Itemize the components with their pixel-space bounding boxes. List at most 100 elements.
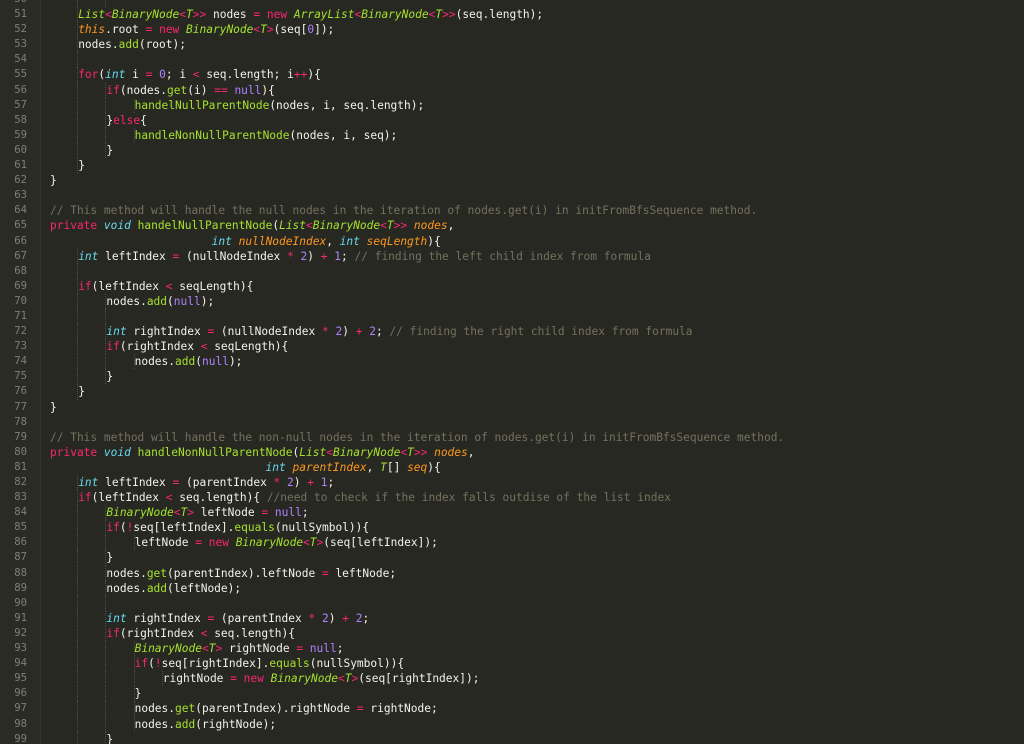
line-number: 81 (14, 460, 27, 473)
code-token: } (50, 400, 57, 414)
code-line[interactable]: 62} (0, 173, 1024, 188)
code-token: ) (342, 325, 356, 339)
code-line[interactable]: 81 int parentIndex, T[] seq){ (0, 460, 1024, 475)
code-token: } (106, 143, 114, 157)
code-token: 2 (321, 611, 329, 625)
code-area[interactable]: 5051List<BinaryNode<T>> nodes = new Arra… (0, 0, 1024, 744)
code-line[interactable]: 96} (0, 686, 1024, 702)
code-line[interactable]: 68 (0, 263, 1024, 279)
indent-guide (133, 671, 135, 687)
code-token: if (78, 279, 92, 293)
code-token: T (386, 219, 394, 233)
code-line[interactable]: 72 int rightIndex = (nullNodeIndex * 2) +… (0, 324, 1024, 340)
code-line[interactable]: 94 if(!seq[rightIndex].equals(nullSymbol)… (0, 656, 1024, 672)
code-line[interactable]: 77} (0, 400, 1024, 415)
code-line[interactable]: 71 (0, 308, 1024, 325)
code-text: int parentIndex, T[] seq){ (50, 460, 441, 475)
code-token: //need to check if the index falls outdi… (266, 491, 671, 505)
code-line[interactable]: 87} (0, 550, 1024, 566)
code-token: (nodes, i, seq.length); (269, 98, 425, 112)
code-token: (leftIndex (91, 491, 166, 505)
indent-guide (105, 656, 107, 672)
code-text: } (50, 400, 57, 415)
code-token: ! (154, 657, 162, 671)
code-token: nodes. (134, 355, 176, 369)
code-line[interactable]: 55 for(int i = 0; i < seq.length; i++){ (0, 67, 1024, 83)
code-line[interactable]: 64 // This method will handle the null no… (0, 203, 1024, 218)
code-text: handleNonNullParentNode(nodes, i, seq); (135, 128, 398, 143)
code-token: 0 (159, 68, 166, 82)
code-line[interactable]: 98 nodes.add(rightNode); (0, 716, 1024, 732)
code-line[interactable]: 54 (0, 52, 1024, 68)
code-token: (i) (187, 83, 215, 97)
code-token: BinaryNode (332, 445, 401, 459)
indent-guide (77, 112, 79, 128)
code-line[interactable]: 59 handleNonNullParentNode(nodes, i, seq)… (0, 127, 1024, 143)
line-number: 92 (14, 626, 27, 639)
code-line[interactable]: 92 if(rightIndex < seq.length){ (0, 625, 1024, 642)
code-line[interactable]: 93 BinaryNode<T> rightNode = null; (0, 641, 1024, 657)
code-line[interactable]: 51 List<BinaryNode<T>> nodes = new ArrayL… (0, 7, 1024, 23)
code-line[interactable]: 50 (0, 0, 1024, 8)
code-line[interactable]: 65 private void handelNullParentNode(List… (0, 218, 1024, 233)
code-token: // finding the left child index from for… (354, 249, 651, 263)
code-line[interactable]: 74 nodes.add(null); (0, 354, 1024, 370)
code-token: < (173, 506, 181, 520)
code-line[interactable]: 66 int nullNodeIndex, int seqLength){ (0, 234, 1024, 249)
code-line[interactable]: 88 nodes.get(parentIndex).leftNode = left… (0, 565, 1024, 581)
code-editor[interactable]: 5051List<BinaryNode<T>> nodes = new Arra… (0, 0, 1024, 744)
code-line[interactable]: 53 nodes.add(root); (0, 37, 1024, 53)
code-token: ( (148, 657, 155, 671)
code-line[interactable]: 56 if(nodes.get(i) == null){ (0, 82, 1024, 98)
line-number: 83 (14, 491, 27, 504)
code-token: int (265, 460, 286, 474)
code-text: if(leftIndex < seqLength){ (78, 279, 253, 294)
code-token: leftNode (134, 536, 196, 550)
code-token: rightIndex (126, 325, 208, 339)
code-line[interactable]: 73 if(rightIndex < seqLength){ (0, 339, 1024, 355)
line-number: 54 (14, 53, 27, 66)
code-token: BinaryNode (134, 642, 202, 656)
code-line[interactable]: 90 (0, 595, 1024, 611)
code-line[interactable]: 52 this.root = new BinaryNode<T>(seq[0]); (0, 22, 1024, 38)
code-line[interactable]: 82 int leftIndex = (parentIndex * 2) + 1; (0, 475, 1024, 491)
code-line[interactable]: 91 int rightIndex = (parentIndex * 2) + 2… (0, 610, 1024, 626)
code-token: (parentIndex).rightNode (195, 702, 357, 716)
code-text: nodes.add(rightNode); (135, 717, 276, 732)
code-line[interactable]: 75} (0, 369, 1024, 385)
code-line[interactable]: 83 if(leftIndex < seq.length){ //need to … (0, 490, 1024, 506)
code-line[interactable]: 69 if(leftIndex < seqLength){ (0, 278, 1024, 294)
code-line[interactable]: 85 if(!seq[leftIndex].equals(nullSymbol))… (0, 520, 1024, 536)
code-line[interactable]: 86 leftNode = new BinaryNode<T>(seq[leftI… (0, 535, 1024, 551)
code-line[interactable]: 84 BinaryNode<T> leftNode = null; (0, 505, 1024, 521)
code-line[interactable]: 76} (0, 384, 1024, 400)
code-token: , (467, 445, 475, 459)
code-line[interactable]: 70 nodes.add(null); (0, 293, 1024, 309)
code-line[interactable]: 78 (0, 415, 1024, 430)
line-number: 51 (14, 8, 27, 21)
code-token: ); (228, 355, 243, 369)
code-token: T (407, 445, 414, 459)
code-line[interactable]: 67 int leftIndex = (nullNodeIndex * 2) + … (0, 248, 1024, 264)
code-line[interactable]: 79 // This method will handle the non-nul… (0, 430, 1024, 445)
code-line[interactable]: 57 handelNullParentNode(nodes, i, seq.len… (0, 97, 1024, 113)
code-token: new (159, 23, 180, 37)
code-line[interactable]: 97 nodes.get(parentIndex).rightNode = rig… (0, 701, 1024, 717)
code-line[interactable]: 61} (0, 158, 1024, 174)
code-line[interactable]: 60} (0, 142, 1024, 159)
code-token: ; (336, 642, 344, 656)
code-text: nodes.add(leftNode); (106, 581, 241, 596)
code-token: [] (386, 460, 408, 474)
code-line[interactable]: 99} (0, 731, 1024, 744)
code-line[interactable]: 95 rightNode = new BinaryNode<T>(seq[righ… (0, 671, 1024, 687)
code-token: 2 (287, 476, 294, 489)
code-line[interactable]: 63 (0, 188, 1024, 203)
code-line[interactable]: 80 private void handleNonNullParentNode(L… (0, 445, 1024, 460)
code-line[interactable]: 89 nodes.add(leftNode); (0, 580, 1024, 596)
code-line[interactable]: 58}else{ (0, 112, 1024, 128)
indent-guide (77, 520, 79, 536)
code-token: // finding the right child index from fo… (389, 325, 693, 339)
